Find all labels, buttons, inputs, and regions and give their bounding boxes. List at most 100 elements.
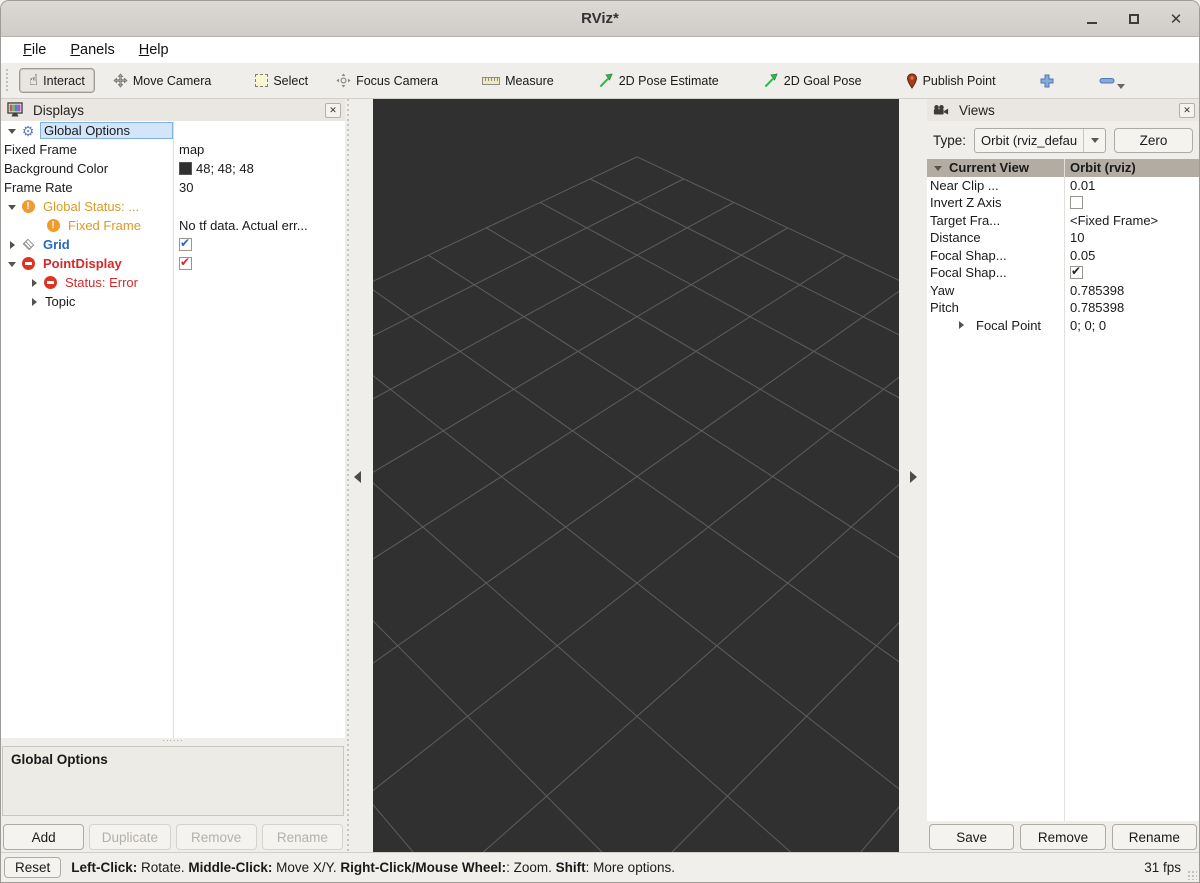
toolbar: ☝ Interact Move Camera Select Focus Came… [1,63,1199,99]
tree-row-focal-shape-size[interactable]: Focal Shap... 0.05 [927,247,1199,265]
maximize-button[interactable] [1125,10,1143,28]
tree-row-current-view[interactable]: Current View Orbit (rviz) [927,159,1199,177]
tree-row-target-frame[interactable]: Target Fra... <Fixed Frame> [927,212,1199,230]
tree-row-fixed-frame[interactable]: Fixed Frame map [1,140,345,159]
chevron-down-icon [1083,128,1105,152]
remove-view-button[interactable]: Remove [1020,824,1106,850]
expander-icon[interactable] [28,277,40,289]
displays-panel-title: Displays [33,102,85,118]
view-type-dropdown[interactable]: Orbit (rviz_defau [974,127,1107,153]
expander-icon[interactable] [955,319,967,331]
duplicate-button[interactable]: Duplicate [89,824,171,850]
tree-row-near-clip[interactable]: Near Clip ... 0.01 [927,177,1199,195]
view-type-row: Type: Orbit (rviz_defau Zero [927,121,1199,159]
tree-row-background-color[interactable]: Background Color 48; 48; 48 [1,159,345,178]
measure-tool-button[interactable]: Measure [472,69,564,93]
menu-help[interactable]: Help [129,40,179,60]
warning-icon: ! [45,218,61,234]
move-camera-tool-button[interactable]: Move Camera [103,68,222,93]
main-area: Displays ✕ ⚙ Global Options Fixed Frame … [1,99,1199,852]
tree-row-focal-shape-fixed[interactable]: Focal Shap... [927,264,1199,282]
minimize-button[interactable] [1083,10,1101,28]
expander-icon[interactable] [6,201,18,213]
menubar: File Panels Help [1,37,1199,63]
menu-file[interactable]: File [13,40,56,60]
hand-icon: ☝ [29,72,39,89]
publish-point-tool-button[interactable]: Publish Point [896,68,1006,94]
titlebar[interactable]: RViz* ✕ [1,1,1199,37]
menu-panels[interactable]: Panels [60,40,124,60]
map-pin-icon [906,72,918,89]
focus-icon [336,73,351,88]
monitor-icon [7,102,23,118]
grid-icon [20,237,36,253]
remove-button[interactable]: Remove [175,824,257,850]
statusbar: Reset Left-Click: Rotate. Middle-Click: … [1,852,1199,882]
expander-icon[interactable] [932,162,944,174]
description-splitter[interactable] [1,738,345,746]
close-icon: ✕ [1169,10,1183,28]
plus-icon [1039,73,1055,89]
invert-z-checkbox[interactable] [1070,196,1083,210]
tree-row-global-status[interactable]: ! Global Status: ... [1,197,345,216]
focal-shape-checkbox[interactable] [1070,266,1083,280]
reset-button[interactable]: Reset [4,857,62,878]
status-help-text: Left-Click: Rotate. Middle-Click: Move X… [71,860,675,875]
tree-row-status-error[interactable]: Status: Error [1,273,345,292]
left-splitter[interactable] [345,99,373,852]
resize-grip-icon[interactable] [1187,870,1197,880]
pointdisplay-enabled-checkbox[interactable] [179,257,192,270]
focus-camera-tool-button[interactable]: Focus Camera [326,68,448,93]
green-arrow-icon [763,73,779,88]
views-buttons: Save Remove Rename [929,824,1197,850]
tree-row-pointdisplay[interactable]: PointDisplay [1,254,345,273]
rename-view-button[interactable]: Rename [1111,824,1197,850]
collapse-left-icon[interactable] [354,471,361,483]
displays-tree: ⚙ Global Options Fixed Frame map Backgro… [1,121,345,738]
displays-close-button[interactable]: ✕ [325,102,341,118]
views-panel-header[interactable]: Views ✕ [927,99,1199,121]
rename-button[interactable]: Rename [261,824,343,850]
collapse-right-icon[interactable] [910,471,917,483]
expander-icon[interactable] [6,239,18,251]
expander-icon[interactable] [6,258,18,270]
interact-tool-button[interactable]: ☝ Interact [19,68,95,93]
tree-row-topic[interactable]: Topic [1,292,345,311]
goal-pose-tool-button[interactable]: 2D Goal Pose [753,68,872,93]
views-close-button[interactable]: ✕ [1179,102,1195,118]
green-arrow-icon [598,73,614,88]
displays-panel-header[interactable]: Displays ✕ [1,99,345,121]
tree-row-pitch[interactable]: Pitch 0.785398 [927,299,1199,317]
tree-row-invert-z-axis[interactable]: Invert Z Axis [927,194,1199,212]
error-icon [20,256,36,272]
color-swatch[interactable] [179,162,192,175]
3d-viewport[interactable] [373,99,899,852]
window-title: RViz* [581,10,619,27]
chevron-down-icon[interactable] [1116,83,1125,89]
select-tool-button[interactable]: Select [245,69,318,93]
gear-icon: ⚙ [21,122,35,139]
tree-row-distance[interactable]: Distance 10 [927,229,1199,247]
zero-button[interactable]: Zero [1114,127,1193,153]
tree-row-focal-point[interactable]: Focal Point 0; 0; 0 [927,317,1199,335]
expander-icon[interactable] [6,125,18,137]
close-button[interactable]: ✕ [1167,10,1185,28]
minus-icon [1099,77,1115,85]
right-splitter[interactable] [899,99,927,852]
add-tool-button[interactable] [1030,68,1064,94]
tree-row-frame-rate[interactable]: Frame Rate 30 [1,178,345,197]
grid-enabled-checkbox[interactable] [179,238,192,251]
tree-row-yaw[interactable]: Yaw 0.785398 [927,282,1199,300]
tree-row-grid[interactable]: Grid [1,235,345,254]
add-button[interactable]: Add [3,824,85,850]
select-box-icon [255,74,269,87]
views-panel-title: Views [959,102,995,118]
expander-icon[interactable] [28,296,40,308]
splitter-dots [347,99,349,852]
save-view-button[interactable]: Save [929,824,1015,850]
tree-row-fixed-frame-status[interactable]: ! Fixed Frame No tf data. Actual err... [1,216,345,235]
toolbar-drag-handle[interactable] [5,68,13,93]
remove-tool-button[interactable] [1090,72,1125,90]
tree-row-global-options[interactable]: ⚙ Global Options [1,121,345,140]
pose-estimate-tool-button[interactable]: 2D Pose Estimate [588,68,729,93]
